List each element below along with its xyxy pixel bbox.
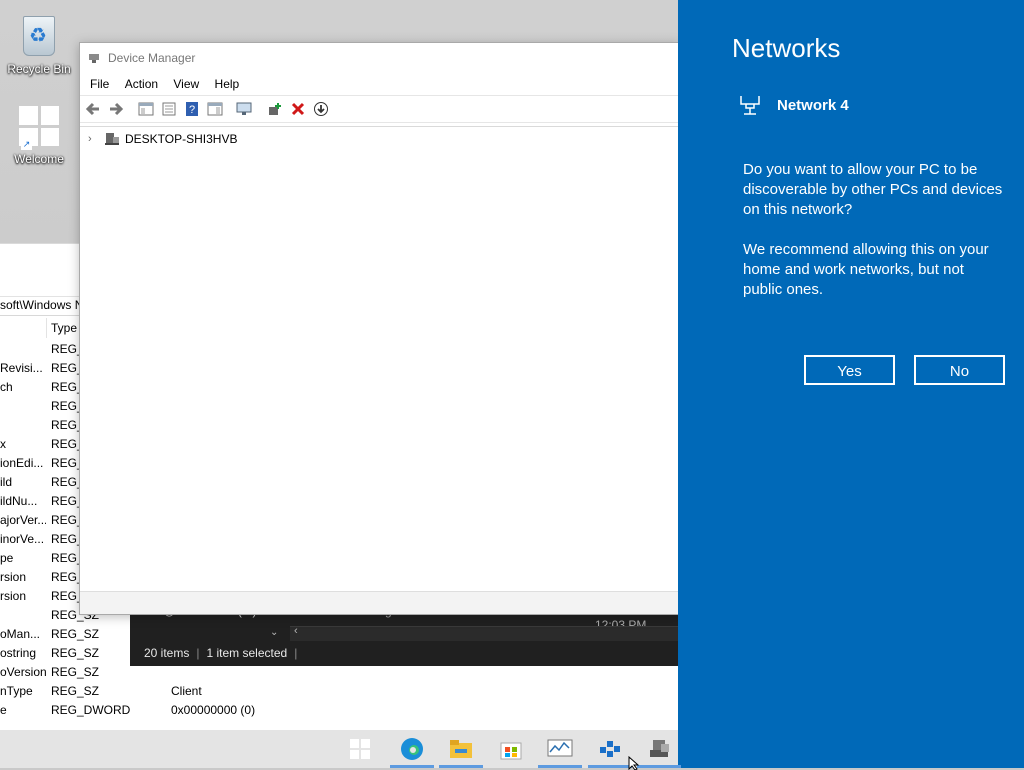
computer-name: DESKTOP-SHI3HVB — [125, 132, 238, 146]
horizontal-scrollbar[interactable]: ‹ — [290, 625, 678, 641]
registry-value-name: ionEdi... — [0, 456, 44, 470]
recycle-bin-icon — [19, 16, 59, 60]
help-icon[interactable]: ? — [181, 99, 203, 119]
recycle-bin-shortcut[interactable]: Recycle Bin — [3, 12, 75, 76]
column-type-header[interactable]: Type — [51, 318, 77, 338]
chevron-down-icon[interactable]: ⌄ — [270, 627, 278, 638]
registry-value-name: ild — [0, 475, 13, 489]
uninstall-device-icon[interactable] — [287, 99, 309, 119]
tree-node-computer[interactable]: › DESKTOP-SHI3HVB — [88, 130, 237, 148]
registry-value-name: oMan... — [0, 627, 41, 641]
registry-value-name: ildNu... — [0, 494, 38, 508]
registry-value-name: x — [0, 437, 6, 451]
registry-value-type: REG_S — [51, 399, 79, 413]
scroll-left-icon[interactable]: ‹ — [294, 625, 298, 637]
registry-value-type: REG_DWORD — [51, 703, 131, 717]
menu-view[interactable]: View — [167, 73, 205, 95]
registry-value-type: REG_ — [51, 532, 79, 546]
properties-icon[interactable] — [158, 99, 180, 119]
registry-value-type: REG_S — [51, 437, 79, 451]
device-manager-window: Device Manager File Action View Help ? ›… — [79, 42, 679, 615]
chevron-right-icon[interactable]: › — [88, 130, 104, 148]
registry-value-name: rsion — [0, 570, 27, 584]
network-name: Network 4 — [777, 97, 849, 114]
menu-action[interactable]: Action — [119, 73, 164, 95]
registry-value-type: REG_S — [51, 494, 79, 508]
menu-bar: File Action View Help — [80, 73, 679, 95]
registry-value-name: oVersion — [0, 665, 46, 679]
registry-value-name: ch — [0, 380, 13, 394]
registry-value-type: REG_S — [51, 380, 79, 394]
registry-value-type: REG_S — [51, 570, 79, 584]
menu-help[interactable]: Help — [209, 73, 246, 95]
scan-hardware-icon[interactable] — [234, 99, 256, 119]
registry-value-type: REG_S — [51, 589, 79, 603]
device-tree: › DESKTOP-SHI3HVB — [80, 126, 679, 592]
recycle-bin-label: Recycle Bin — [7, 62, 71, 76]
registry-value-name: pe — [0, 551, 14, 565]
window-title: Device Manager — [108, 51, 196, 65]
registry-editor-icon[interactable] — [588, 736, 632, 768]
disable-device-icon[interactable] — [310, 99, 332, 119]
registry-value-name: ostring — [0, 646, 37, 660]
status-bar — [80, 591, 679, 614]
taskbar — [0, 730, 681, 768]
update-driver-icon[interactable] — [264, 99, 286, 119]
yes-button[interactable]: Yes — [804, 355, 895, 385]
registry-value-name: nType — [0, 684, 33, 698]
networks-pane: Networks Network 4 Do you want to allow … — [678, 0, 1024, 768]
registry-value-name: rsion — [0, 589, 27, 603]
registry-value-type: REG_S — [51, 456, 79, 470]
welcome-shortcut[interactable]: ↗ Welcome — [3, 106, 75, 166]
performance-monitor-icon[interactable] — [538, 736, 582, 768]
device-manager-icon[interactable] — [637, 736, 681, 768]
registry-value-name: Revisi... — [0, 361, 43, 375]
welcome-label: Welcome — [14, 152, 64, 166]
title-bar[interactable]: Device Manager — [80, 43, 679, 73]
no-button[interactable]: No — [914, 355, 1005, 385]
svg-text:?: ? — [189, 104, 195, 116]
discoverable-question: Do you want to allow your PC to be disco… — [743, 161, 1003, 218]
edge-icon[interactable] — [390, 736, 434, 768]
networks-title: Networks — [732, 33, 841, 63]
registry-value-name: inorVe... — [0, 532, 45, 546]
store-icon[interactable] — [497, 736, 525, 762]
forward-icon[interactable] — [105, 99, 127, 119]
registry-value-data: Client — [171, 684, 202, 698]
registry-value-type: REG_ — [51, 361, 79, 375]
registry-value-type: REG_SZ — [51, 684, 100, 698]
network-icon — [740, 96, 760, 115]
registry-value-type: REG_S — [51, 342, 79, 356]
action-pane-icon[interactable] — [204, 99, 226, 119]
registry-column-header: Type — [0, 318, 80, 338]
registry-address-bar[interactable]: soft\Windows N — [0, 296, 80, 316]
registry-value-type: REG_ — [51, 513, 79, 527]
registry-value-type: REG_S — [51, 551, 79, 565]
explorer-status-bar: 20 items | 1 item selected | — [144, 646, 298, 660]
start-icon[interactable] — [346, 736, 374, 762]
windows-logo-icon: ↗ — [19, 106, 59, 150]
registry-value-name: e — [0, 703, 7, 717]
registry-value-type: REG_S — [51, 475, 79, 489]
device-manager-app-icon — [89, 54, 99, 63]
file-explorer-icon[interactable] — [439, 736, 483, 768]
computer-icon — [105, 133, 119, 145]
recommendation-text: We recommend allowing this on your home … — [743, 241, 989, 298]
menu-file[interactable]: File — [84, 73, 115, 95]
selection-count: 1 item selected — [206, 646, 288, 660]
toolbar: ? — [80, 95, 679, 123]
item-count: 20 items — [144, 646, 190, 660]
registry-value-name: ajorVer... — [0, 513, 46, 527]
show-hide-console-tree-icon[interactable] — [135, 99, 157, 119]
registry-value-data: 0x00000000 (0) — [171, 703, 256, 717]
back-icon[interactable] — [82, 99, 104, 119]
registry-value-type: REG_S — [51, 418, 79, 432]
